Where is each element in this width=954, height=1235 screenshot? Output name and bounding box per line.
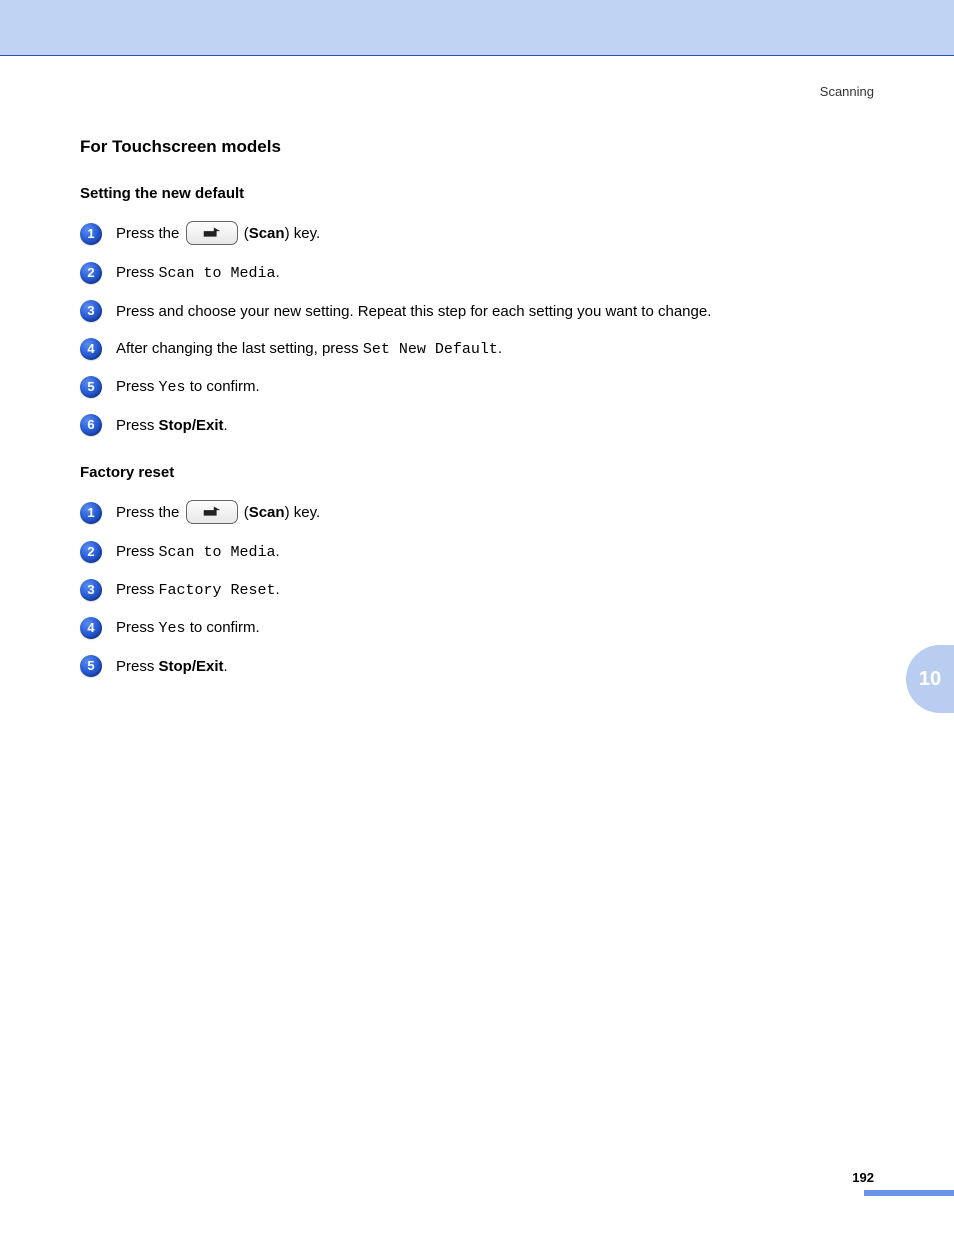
step-text: Press Scan to Media. [116, 541, 874, 563]
scan-key-icon [186, 221, 238, 245]
step-row: 4 After changing the last setting, press… [80, 338, 874, 360]
step-text: After changing the last setting, press S… [116, 338, 874, 360]
step-bullet: 3 [80, 579, 102, 601]
section-header: Scanning [0, 56, 954, 99]
step-row: 5 Press Stop/Exit. [80, 655, 874, 677]
step-text: Press Stop/Exit. [116, 656, 874, 677]
step-row: 1 Press the (Scan) key. [80, 222, 874, 246]
step-text: Press Factory Reset. [116, 579, 874, 601]
step-row: 3 Press and choose your new setting. Rep… [80, 300, 874, 322]
step-text: Press and choose your new setting. Repea… [116, 301, 874, 322]
step-bullet: 2 [80, 541, 102, 563]
page-content: For Touchscreen models Setting the new d… [0, 99, 954, 677]
step-bullet: 4 [80, 338, 102, 360]
step-bullet: 1 [80, 223, 102, 245]
step-row: 3 Press Factory Reset. [80, 579, 874, 601]
step-text: Press Yes to confirm. [116, 376, 874, 398]
subheading-setting-default: Setting the new default [80, 185, 874, 202]
step-text: Press the (Scan) key. [116, 501, 874, 525]
subheading-factory-reset: Factory reset [80, 464, 874, 481]
step-row: 2 Press Scan to Media. [80, 262, 874, 284]
footer-accent-bar [864, 1190, 954, 1196]
step-bullet: 2 [80, 262, 102, 284]
top-color-band [0, 0, 954, 55]
page-number: 192 [852, 1170, 874, 1185]
step-text: Press Stop/Exit. [116, 415, 874, 436]
step-row: 6 Press Stop/Exit. [80, 414, 874, 436]
step-text: Press Yes to confirm. [116, 617, 874, 639]
step-bullet: 6 [80, 414, 102, 436]
step-bullet: 1 [80, 502, 102, 524]
step-row: 2 Press Scan to Media. [80, 541, 874, 563]
step-bullet: 4 [80, 617, 102, 639]
main-heading: For Touchscreen models [80, 137, 874, 157]
step-text: Press Scan to Media. [116, 262, 874, 284]
step-row: 4 Press Yes to confirm. [80, 617, 874, 639]
step-row: 1 Press the (Scan) key. [80, 501, 874, 525]
step-row: 5 Press Yes to confirm. [80, 376, 874, 398]
step-bullet: 5 [80, 655, 102, 677]
scan-key-icon [186, 500, 238, 524]
step-bullet: 3 [80, 300, 102, 322]
step-text: Press the (Scan) key. [116, 222, 874, 246]
step-bullet: 5 [80, 376, 102, 398]
